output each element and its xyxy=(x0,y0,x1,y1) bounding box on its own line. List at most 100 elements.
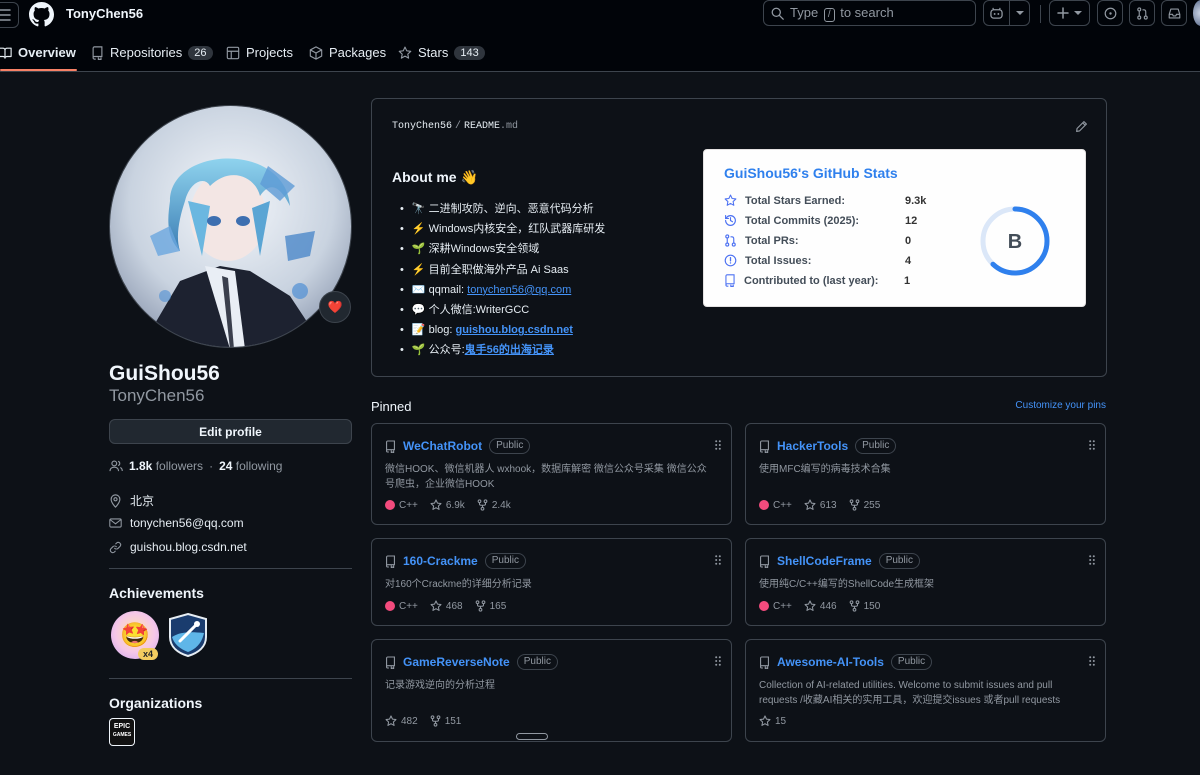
edit-profile-button[interactable]: Edit profile xyxy=(109,419,352,444)
inbox-button[interactable] xyxy=(1161,0,1187,26)
github-stats-card[interactable]: GuiShou56's GitHub Stats Total Stars Ear… xyxy=(703,149,1086,307)
repositories-count-badge: 26 xyxy=(188,45,213,60)
drag-handle[interactable] xyxy=(715,555,721,565)
language-color-dot xyxy=(385,601,395,611)
repo-meta: C++ 468 165 xyxy=(385,600,506,612)
location-item: 北京 xyxy=(109,492,154,509)
org-epic-games-avatar[interactable]: EPIC GAMES xyxy=(109,718,135,746)
wechat-official-account-link[interactable]: 鬼手56的出海记录 xyxy=(465,344,554,356)
repo-stars-link[interactable]: 15 xyxy=(759,715,786,727)
repo-stars-link[interactable]: 446 xyxy=(804,600,837,612)
followers-link[interactable]: 1.8k followers xyxy=(129,459,203,473)
link-icon xyxy=(109,541,122,553)
edit-readme-button[interactable] xyxy=(1075,120,1088,133)
drag-handle[interactable] xyxy=(715,656,721,666)
star-icon xyxy=(804,499,816,510)
list-item: 📝 blog: guishou.blog.csdn.net xyxy=(400,320,605,340)
repo-stars-link[interactable]: 482 xyxy=(385,715,418,727)
repo-name-link[interactable]: WeChatRobot xyxy=(403,439,482,453)
repo-description: Collection of AI-related utilities. Welc… xyxy=(759,680,1061,706)
repo-forks-link[interactable]: 150 xyxy=(849,600,880,612)
followers-label: followers xyxy=(155,459,204,473)
pencil-icon xyxy=(1076,121,1087,132)
user-avatar-menu[interactable] xyxy=(1193,0,1200,26)
repo-language: C++ xyxy=(385,601,418,612)
sidebar-divider xyxy=(109,568,352,569)
website-link[interactable]: guishou.blog.csdn.net xyxy=(130,540,247,554)
tab-projects[interactable]: Projects xyxy=(226,45,293,60)
repo-forks-link[interactable]: 151 xyxy=(430,715,461,727)
customize-pins-link[interactable]: Customize your pins xyxy=(1015,400,1106,411)
package-icon xyxy=(309,45,323,60)
pinned-repo-card: GameReverseNote Public 记录游戏逆向的分析过程 482 15… xyxy=(371,639,732,742)
website-item[interactable]: guishou.blog.csdn.net xyxy=(109,540,247,554)
stats-value: 12 xyxy=(905,214,918,227)
path-separator: / xyxy=(455,121,462,132)
language-name: C++ xyxy=(773,499,792,511)
pull-requests-button[interactable] xyxy=(1129,0,1155,26)
repo-name-link[interactable]: 160-Crackme xyxy=(403,554,478,568)
readme-path-user[interactable]: TonyChen56 xyxy=(392,121,452,132)
stats-title: GuiShou56's GitHub Stats xyxy=(724,165,898,181)
repo-icon xyxy=(725,274,735,287)
readme-path-file[interactable]: README xyxy=(464,121,500,132)
repo-name-link[interactable]: HackerTools xyxy=(777,439,848,453)
repo-forks-link[interactable]: 2.4k xyxy=(477,499,511,511)
stars-count: 446 xyxy=(819,600,837,612)
star-icon xyxy=(430,499,442,510)
about-me-heading: About me 👋 xyxy=(392,169,478,185)
tab-stars[interactable]: Stars 143 xyxy=(398,45,485,60)
repo-forks-link[interactable]: 165 xyxy=(475,600,506,612)
status-emoji-button[interactable]: ❤️ xyxy=(319,291,351,323)
header-username-link[interactable]: TonyChen56 xyxy=(66,6,143,21)
star-icon xyxy=(398,46,412,59)
caret-down-icon xyxy=(1015,11,1024,15)
hamburger-menu-button[interactable] xyxy=(0,2,19,28)
repo-card-header: HackerTools Public xyxy=(759,438,897,454)
copilot-button[interactable] xyxy=(984,1,1011,25)
copilot-dropdown-button[interactable] xyxy=(1010,10,1029,16)
search-input[interactable]: Type / to search xyxy=(763,0,976,26)
tab-packages[interactable]: Packages xyxy=(309,45,386,60)
stats-value: 4 xyxy=(905,254,912,267)
repo-stars-link[interactable]: 6.9k xyxy=(430,499,465,511)
repo-stars-link[interactable]: 468 xyxy=(430,600,463,612)
repo-name-link[interactable]: GameReverseNote xyxy=(403,655,510,669)
search-prefix: Type xyxy=(790,4,819,20)
star-icon xyxy=(759,715,771,726)
issues-button[interactable] xyxy=(1097,0,1123,26)
repo-meta: C++ 6.9k 2.4k xyxy=(385,499,511,511)
repo-icon xyxy=(386,439,395,453)
email-link[interactable]: tonychen56@qq.com xyxy=(130,516,244,530)
repo-stars-link[interactable]: 613 xyxy=(804,499,837,511)
email-item[interactable]: tonychen56@qq.com xyxy=(109,516,244,530)
sidebar-divider xyxy=(109,678,352,679)
blog-link[interactable]: guishou.blog.csdn.net xyxy=(456,324,573,336)
drag-handle[interactable] xyxy=(1089,656,1095,666)
repo-card-header: GameReverseNote Public xyxy=(385,654,558,670)
repo-name-link[interactable]: ShellCodeFrame xyxy=(777,554,872,568)
repo-icon xyxy=(92,45,103,60)
achievement-badge-arctic[interactable] xyxy=(168,613,208,657)
drag-handle[interactable] xyxy=(1089,440,1095,450)
repo-name-link[interactable]: Awesome-AI-Tools xyxy=(777,655,884,669)
profile-login: TonyChen56 xyxy=(109,386,205,405)
location-text: 北京 xyxy=(130,494,155,508)
profile-readme: TonyChen56/README.md About me 👋 🔭 二进制攻防、… xyxy=(371,98,1107,377)
drag-handle[interactable] xyxy=(715,440,721,450)
drag-handle[interactable] xyxy=(1089,555,1095,565)
repo-forks-link[interactable]: 255 xyxy=(849,499,880,511)
create-new-button[interactable] xyxy=(1049,0,1090,26)
tab-overview[interactable]: Overview xyxy=(0,45,76,60)
github-logo-icon[interactable] xyxy=(29,2,54,27)
list-item: 💬 个人微信:WriterGCC xyxy=(400,300,605,320)
qqmail-link[interactable]: tonychen56@qq.com xyxy=(467,284,571,296)
repo-description: 记录游戏逆向的分析过程 xyxy=(385,680,495,691)
profile-avatar[interactable] xyxy=(109,105,352,348)
following-link[interactable]: 24 following xyxy=(219,459,282,473)
language-name: C++ xyxy=(399,600,418,612)
tab-repositories[interactable]: Repositories 26 xyxy=(91,45,213,60)
scroll-indicator[interactable] xyxy=(516,733,548,740)
tab-label: Projects xyxy=(246,45,293,60)
plus-icon xyxy=(1057,7,1069,19)
